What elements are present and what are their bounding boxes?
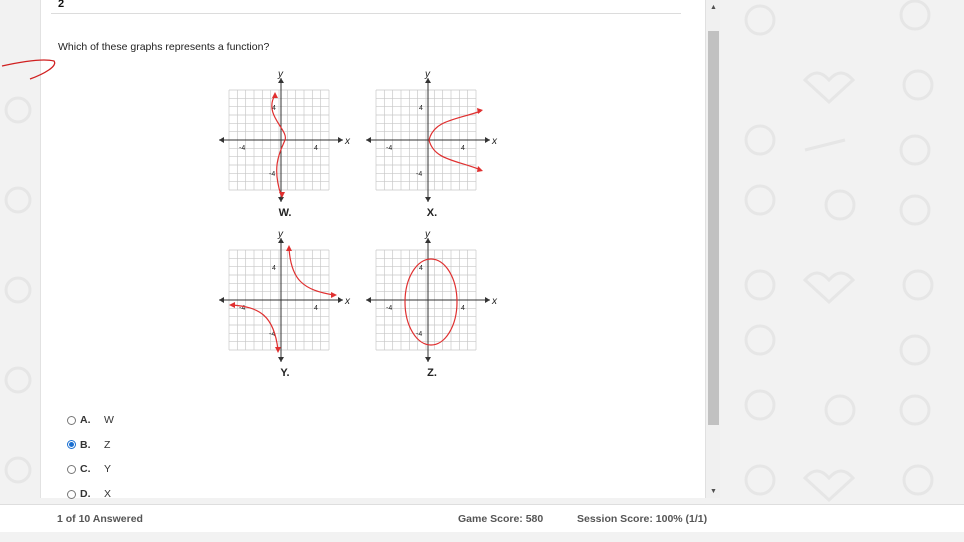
scroll-down-arrow-icon[interactable]: ▼: [706, 484, 721, 498]
graph-x-label: X.: [426, 207, 438, 219]
radio-choice-c[interactable]: [67, 464, 76, 474]
y-tick-pos: 4: [272, 265, 276, 272]
question-prompt: Which of these graphs represents a funct…: [58, 41, 270, 53]
x-tick-pos: 4: [461, 145, 465, 152]
graph-w-plot: xy4-44-4: [219, 70, 351, 202]
radio-choice-b[interactable]: [67, 440, 76, 450]
graph-w: x y 4 -4 4 -4 W.: [219, 70, 359, 240]
status-footer: 1 of 10 Answered Game Score: 580 Session…: [0, 504, 964, 532]
choice-b-letter: B.: [80, 438, 91, 451]
x-axis-label: x: [344, 296, 351, 307]
choice-c-text: Y: [104, 463, 112, 476]
x-tick-pos: 4: [314, 145, 318, 152]
y-tick-pos: 4: [419, 105, 423, 112]
x-axis-label: x: [491, 296, 498, 307]
vertical-scrollbar[interactable]: ▲ ▼: [705, 0, 720, 498]
answered-count: 1 of 10 Answered: [57, 513, 143, 525]
scroll-thumb[interactable]: [708, 31, 719, 425]
game-score: Game Score: 580: [458, 513, 544, 525]
x-axis-label: x: [491, 136, 498, 147]
choice-a-text: W: [104, 414, 114, 427]
graph-x: x y 4 -4 4 -4 X.: [366, 70, 506, 240]
x-tick-neg: -4: [386, 305, 392, 312]
graph-y: x y 4 -4 4 -4 Y.: [219, 230, 359, 400]
question-number: 2: [58, 0, 65, 10]
x-tick-neg: -4: [386, 145, 392, 152]
x-axis-label: x: [344, 136, 351, 147]
y-axis-label: y: [277, 70, 284, 80]
graph-y-label: Y.: [280, 367, 290, 379]
graph-x-plot: x y 4 -4 4 -4: [366, 70, 498, 202]
graph-z: x y 4 -4 4 -4 Z.: [366, 230, 506, 400]
choice-c[interactable]: C. Y: [67, 457, 114, 482]
y-axis-label: y: [424, 230, 431, 240]
session-score: Session Score: 100% (1/1): [577, 513, 708, 525]
y-axis-label: y: [424, 70, 431, 80]
y-tick-neg: -4: [416, 171, 422, 178]
y-tick-pos: 4: [419, 265, 423, 272]
graph-z-plot: x y 4 -4 4 -4: [366, 230, 498, 362]
radio-choice-a[interactable]: [67, 415, 76, 425]
choice-d[interactable]: D. X: [67, 482, 114, 507]
choice-c-letter: C.: [80, 463, 91, 476]
pen-mark-annotation: [1, 59, 56, 80]
radio-choice-d[interactable]: [67, 489, 76, 499]
answer-choices: A. W B. Z C. Y D. X: [67, 408, 114, 506]
choice-d-letter: D.: [80, 488, 91, 501]
x-tick-pos: 4: [461, 305, 465, 312]
question-number-bar: 2: [51, 0, 681, 14]
choice-b[interactable]: B. Z: [67, 433, 114, 458]
question-panel: 2 Which of these graphs represents a fun…: [40, 0, 720, 500]
x-tick-neg: -4: [239, 145, 245, 152]
y-tick-neg: -4: [416, 331, 422, 338]
y-tick-neg: -4: [269, 171, 275, 178]
x-tick-pos: 4: [314, 305, 318, 312]
choice-a-letter: A.: [80, 414, 91, 427]
y-axis-label: y: [277, 230, 284, 240]
graph-y-plot: xy4-44-4: [219, 230, 351, 362]
graph-z-label: Z.: [427, 367, 437, 379]
choice-b-text: Z: [104, 438, 111, 451]
choice-a[interactable]: A. W: [67, 408, 114, 433]
scroll-up-arrow-icon[interactable]: ▲: [706, 0, 721, 14]
choice-d-text: X: [104, 488, 112, 501]
graph-w-label: W.: [278, 207, 292, 219]
